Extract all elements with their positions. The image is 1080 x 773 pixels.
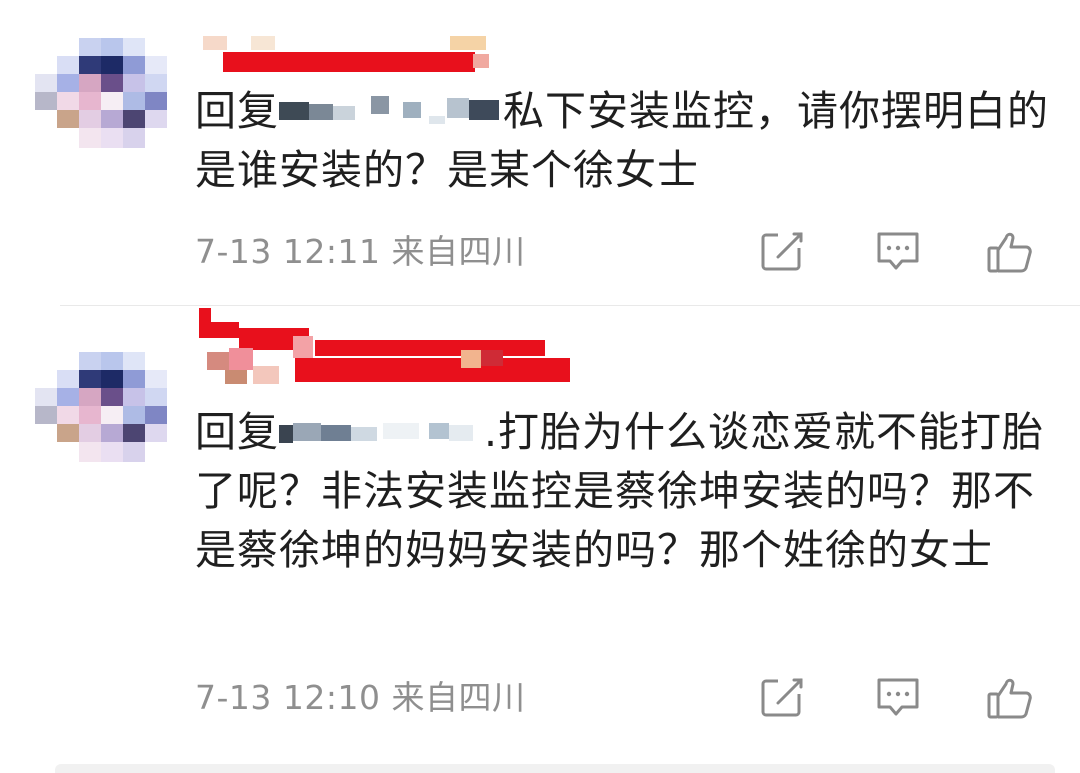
next-comment-edge	[55, 764, 1055, 773]
mentioned-user-masked[interactable]	[279, 96, 503, 124]
reply-button[interactable]	[875, 676, 921, 720]
reply-prefix: 回复	[195, 408, 279, 456]
timestamp: 7-13 12:11	[195, 232, 381, 271]
mentioned-user-masked[interactable]	[279, 417, 484, 445]
edit-icon	[761, 230, 806, 271]
comment-item: 回复 .打胎为什么谈恋爱就不能打胎了呢？非法安装监控是蔡徐坤安装的吗？那不是蔡徐坤…	[0, 306, 1080, 773]
username-masked[interactable]	[195, 36, 505, 76]
username-masked[interactable]	[195, 306, 585, 390]
comment-text: 回复 .打胎为什么谈恋爱就不能打胎了呢？非法安装监控是蔡徐坤安装的吗？那不是蔡徐坤…	[195, 403, 1055, 580]
comment-meta: 7-13 12:11 来自四川	[195, 228, 1055, 276]
thumbs-up-icon	[987, 232, 1032, 273]
comment-meta: 7-13 12:10 来自四川	[195, 674, 1055, 722]
location: 来自四川	[391, 678, 526, 717]
like-button[interactable]	[987, 230, 1033, 274]
edit-button[interactable]	[760, 230, 806, 274]
comment-text: 回复 私下安装监控，请你摆明白的是谁安装的？是某个徐女士	[195, 82, 1055, 200]
comment-icon	[877, 232, 919, 270]
avatar-pixelated[interactable]	[35, 352, 167, 462]
reply-button[interactable]	[875, 230, 921, 274]
location: 来自四川	[391, 232, 526, 271]
edit-button[interactable]	[760, 676, 806, 720]
like-button[interactable]	[987, 676, 1033, 720]
thumbs-up-icon	[987, 678, 1032, 719]
timestamp: 7-13 12:10	[195, 678, 381, 717]
comment-icon	[877, 678, 919, 716]
reply-prefix: 回复	[195, 87, 279, 135]
avatar-pixelated[interactable]	[35, 38, 167, 148]
meta-info: 7-13 12:11 来自四川	[195, 228, 526, 276]
edit-icon	[761, 676, 806, 717]
comment-item: 回复 私下安装监控，请你摆明白的是谁安装的？是某个徐女士 7-13 12:11 来…	[0, 0, 1080, 306]
meta-info: 7-13 12:10 来自四川	[195, 674, 526, 722]
